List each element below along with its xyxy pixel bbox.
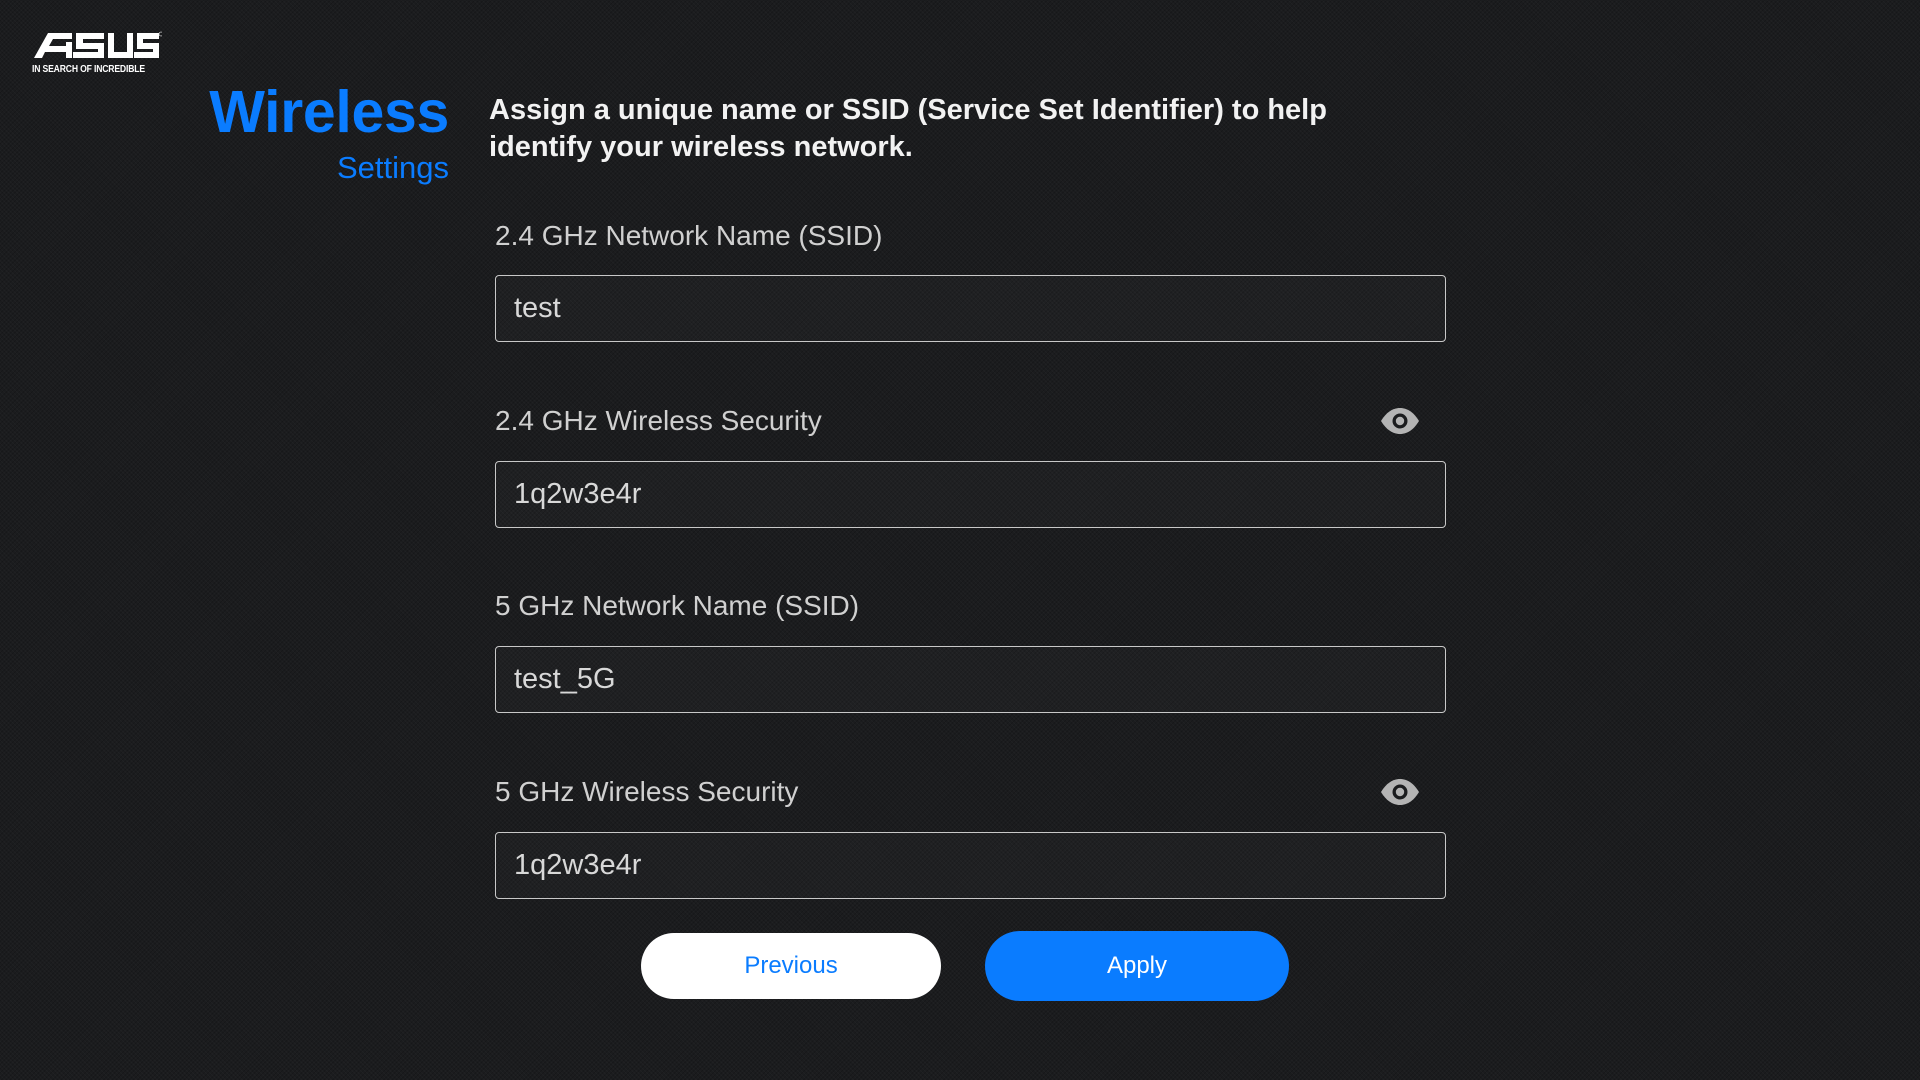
page-title: Wireless [209,79,449,145]
asus-logo: IN SEARCH OF INCREDIBLE [32,30,162,76]
apply-button[interactable]: Apply [985,931,1289,1001]
page-description: Assign a unique name or SSID (Service Se… [489,94,1327,163]
ssid-24ghz-label: 2.4 GHz Network Name (SSID) [495,220,883,251]
toggle-password-visibility-24ghz[interactable] [1379,407,1421,435]
security-5ghz-input[interactable] [495,832,1446,899]
security-5ghz-label: 5 GHz Wireless Security [495,776,799,807]
previous-button[interactable]: Previous [641,933,941,999]
brand-tagline: IN SEARCH OF INCREDIBLE [32,63,145,75]
page-title-block: Wireless Settings [209,78,449,188]
ssid-24ghz-input[interactable] [495,275,1446,342]
eye-icon [1381,779,1419,805]
ssid-5ghz-label: 5 GHz Network Name (SSID) [495,590,860,621]
toggle-password-visibility-5ghz[interactable] [1379,778,1421,806]
page-subtitle: Settings [336,150,449,185]
eye-icon [1381,408,1419,434]
ssid-5ghz-input[interactable] [495,646,1446,713]
asus-wordmark-icon [34,31,162,58]
security-24ghz-input[interactable] [495,461,1446,528]
security-24ghz-label: 2.4 GHz Wireless Security [495,405,822,436]
